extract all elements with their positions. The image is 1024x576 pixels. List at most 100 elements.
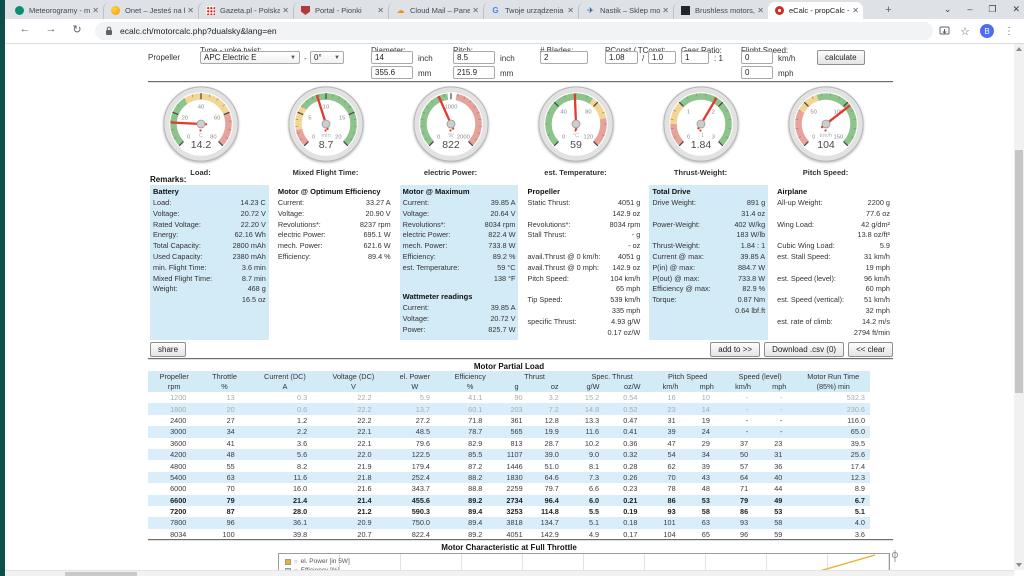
browser-tab[interactable]: Onet – Jesteś na bieżą✕ (103, 2, 198, 19)
scroll-up-icon[interactable] (1016, 47, 1022, 51)
table-cell: 89.4 (444, 517, 496, 528)
download-csv-button[interactable]: Download .csv (0) (764, 342, 844, 357)
browser-tab[interactable]: Portal - Pionki✕ (293, 2, 388, 19)
table-cell: 0.54 (613, 392, 651, 403)
tab-close-icon[interactable]: ✕ (92, 6, 99, 15)
table-cell: 21.2 (321, 506, 385, 517)
tab-search-icon[interactable]: ⌄ (944, 0, 952, 19)
clear-button[interactable]: << clear (848, 342, 893, 357)
browser-tab[interactable]: GTwoje urządzenia✕ (483, 2, 578, 19)
table-cell: 41.1 (444, 392, 496, 403)
table-cell: 78 (651, 483, 689, 494)
new-tab-button[interactable]: + (881, 3, 896, 18)
table-cell: 12.3 (796, 472, 870, 483)
tconst-input[interactable] (648, 51, 676, 64)
remarks-value: 51 km/h (864, 295, 890, 306)
browser-tab[interactable]: eCalc - propCalc - the✕ (768, 2, 863, 19)
browser-tab[interactable]: ✈Nastik – Sklep modela✕ (578, 2, 673, 19)
remarks-row: Current @ max:39.85 A (652, 252, 765, 263)
tab-close-icon[interactable]: ✕ (852, 6, 859, 15)
table-cell: 51.0 (537, 460, 573, 471)
flight-kmh-input[interactable] (741, 51, 773, 64)
share-button[interactable]: share (150, 342, 186, 357)
table-cell: 57 (724, 460, 762, 471)
horizontal-scrollbar-thumb[interactable] (65, 572, 137, 576)
maximize-icon[interactable]: ❐ (988, 0, 996, 19)
table-cell: 53 (762, 506, 796, 517)
remarks-label: avail.Thrust @ 0 km/h: (527, 252, 600, 263)
remarks-label: Rated Voltage: (153, 220, 201, 231)
table-cell: 39 (651, 426, 689, 437)
pitch-mm-input[interactable] (453, 66, 495, 79)
gear-ratio-input[interactable] (681, 51, 709, 64)
vertical-scrollbar-thumb[interactable] (1015, 150, 1023, 393)
blades-input[interactable] (540, 51, 588, 64)
remarks-row: Efficiency:89.4 % (278, 252, 391, 263)
remarks-value: 733.8 W (488, 241, 515, 252)
table-cell: 11.6 (573, 426, 613, 437)
remarks-row: Rated Voltage:22.20 V (153, 220, 266, 231)
yoke-twist-select[interactable]: 0°▼ (310, 51, 344, 64)
remarks-row: est. rate of climb:14.2 m/s (777, 317, 890, 328)
bookmark-star-icon[interactable]: ☆ (960, 25, 970, 38)
remarks-label: Voltage: (403, 314, 429, 325)
table-cell: 62 (651, 460, 689, 471)
tab-close-icon[interactable]: ✕ (662, 6, 669, 15)
browser-tab[interactable]: Gazeta.pl - Polska i św✕ (198, 2, 293, 19)
scroll-down-icon[interactable] (1016, 563, 1022, 567)
back-icon[interactable]: ← (17, 23, 33, 35)
remarks-label: Revolutions*: (403, 220, 446, 231)
tab-close-icon[interactable]: ✕ (567, 6, 574, 15)
calculate-button[interactable]: calculate (817, 50, 865, 65)
window-controls: ⌄ – ❐ ✕ (944, 0, 1020, 19)
tab-close-icon[interactable]: ✕ (187, 6, 194, 15)
remarks-row: Stall Thrust:- g (527, 230, 640, 241)
reload-icon[interactable]: ↻ (69, 23, 85, 36)
diameter-inch-input[interactable] (371, 51, 413, 64)
table-cell: 3253 (496, 506, 536, 517)
table-cell: 55 (200, 460, 248, 471)
remarks-label: Efficiency: (403, 252, 436, 263)
legend-toggle-icon[interactable]: ○ (294, 559, 298, 565)
browser-tab[interactable]: ☁Cloud Mail – Panel log✕ (388, 2, 483, 19)
browser-tab[interactable]: Brushless motors, ESC✕ (673, 2, 768, 19)
diameter-mm-input[interactable] (371, 66, 413, 79)
table-cell: 361 (496, 415, 536, 426)
profile-avatar[interactable]: B (980, 24, 994, 38)
remarks-row: Pitch Speed:104 km/h (527, 274, 640, 285)
propeller-type-select[interactable]: APC Electric E▼ (200, 51, 300, 64)
remarks-value: 13.8 oz/ft² (858, 230, 890, 241)
table-cell: 3000 (148, 426, 200, 437)
table-cell: 10.2 (573, 438, 613, 449)
remarks-label: est. Speed (level): (777, 274, 836, 285)
svg-text:104: 104 (817, 139, 835, 151)
legend-item[interactable]: ○el. Power [in 5W] (285, 557, 350, 566)
table-cell: 179.4 (386, 460, 444, 471)
browser-tab[interactable]: Meteorogramy - mete✕ (8, 2, 103, 19)
table-cell: 3600 (148, 438, 200, 449)
menu-dots-icon[interactable]: ⋮ (1004, 26, 1014, 37)
remarks-value: 733.8 W (738, 274, 765, 285)
table-cell: 71 (724, 483, 762, 494)
minimize-icon[interactable]: – (967, 0, 972, 19)
tab-close-icon[interactable]: ✕ (472, 6, 479, 15)
tab-close-icon[interactable]: ✕ (377, 6, 384, 15)
pitch-inch-input[interactable] (453, 51, 495, 64)
pconst-input[interactable] (605, 51, 638, 64)
url-bar[interactable]: ecalc.ch/motorcalc.php?dualsky&lang=en (95, 22, 933, 40)
remarks-row: 138 °F (403, 274, 516, 285)
tab-close-icon[interactable]: ✕ (757, 6, 764, 15)
table-cell: 0.23 (613, 483, 651, 494)
table-cell: 230.6 (796, 403, 870, 414)
column-unit-header: km/h (651, 382, 689, 393)
add-to-button[interactable]: add to >> (710, 342, 760, 357)
table-cell: 70 (200, 483, 248, 494)
remarks-value: 59 °C (497, 263, 515, 274)
flight-mph-input[interactable] (741, 66, 773, 79)
horizontal-scrollbar[interactable] (5, 570, 1014, 576)
vertical-scrollbar[interactable] (1014, 44, 1024, 570)
forward-icon[interactable]: → (43, 23, 59, 35)
install-icon[interactable] (939, 26, 950, 37)
close-icon[interactable]: ✕ (1012, 0, 1020, 19)
tab-close-icon[interactable]: ✕ (282, 6, 289, 15)
